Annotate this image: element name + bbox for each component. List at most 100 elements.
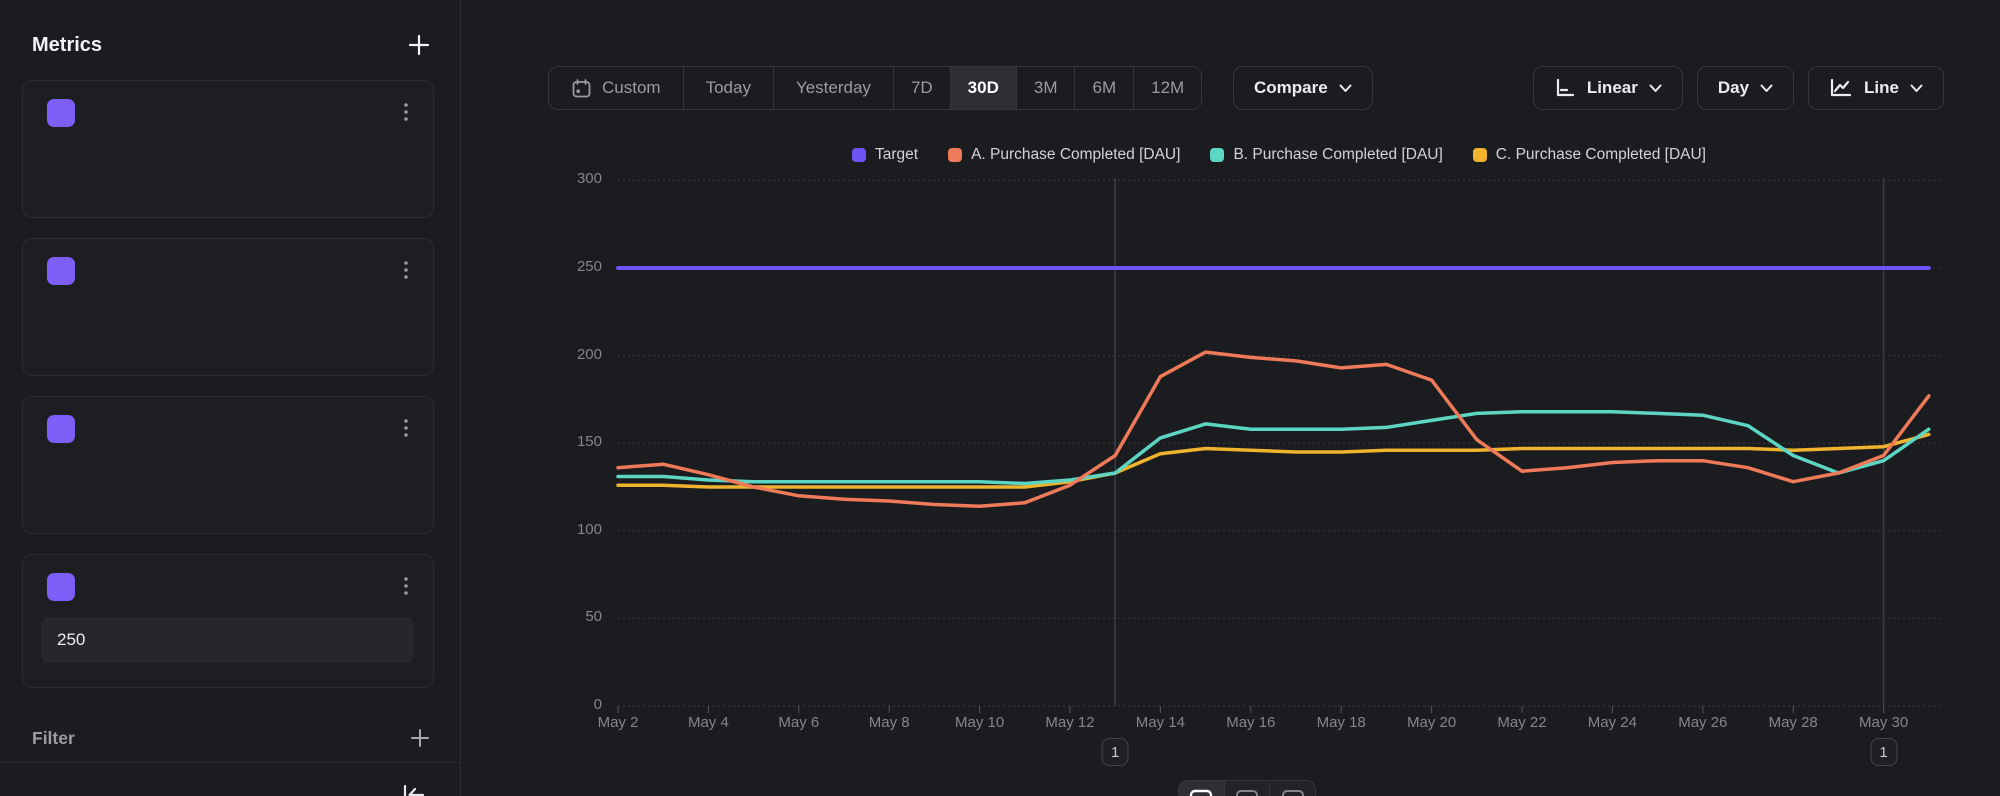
legend-item-1[interactable]: A. Purchase Completed [DAU] (948, 146, 1180, 164)
sidebar: Metrics Filter (0, 0, 460, 796)
series-b-purchase-completed-dau- (618, 412, 1929, 484)
metric-card-C[interactable] (22, 396, 434, 534)
x-axis-label: May 2 (598, 714, 639, 731)
metric-menu-button[interactable] (395, 415, 417, 441)
series-c-purchase-completed-dau- (618, 434, 1929, 487)
legend-label: Target (875, 146, 918, 164)
sidebar-divider (460, 0, 461, 796)
linear-axis-icon (1554, 77, 1576, 99)
chevron-down-icon (1339, 84, 1352, 93)
legend-item-3[interactable]: C. Purchase Completed [DAU] (1473, 146, 1706, 164)
legend-swatch (852, 148, 866, 162)
range-today[interactable]: Today (683, 67, 773, 109)
legend-item-2[interactable]: B. Purchase Completed [DAU] (1210, 146, 1442, 164)
legend-swatch (948, 148, 962, 162)
plus-icon (406, 32, 432, 58)
metric-menu-button[interactable] (395, 99, 417, 125)
x-axis-label: May 30 (1859, 714, 1908, 731)
range-label: 30D (968, 78, 999, 98)
plus-icon (408, 726, 432, 750)
legend-label: B. Purchase Completed [DAU] (1233, 146, 1442, 164)
range-label: 7D (911, 78, 933, 98)
x-axis-label: May 18 (1317, 714, 1366, 731)
y-axis-label-100: 100 (520, 521, 602, 538)
annotation-badge-1[interactable]: 1 (1870, 738, 1897, 766)
metric-badge (47, 99, 75, 127)
x-axis-label: May 22 (1497, 714, 1546, 731)
scale-label: Linear (1587, 78, 1638, 98)
y-axis-label-0: 0 (520, 696, 602, 713)
range-6m[interactable]: 6M (1074, 67, 1133, 109)
range-yesterday[interactable]: Yesterday (773, 67, 893, 109)
y-axis-label-300: 300 (520, 170, 602, 187)
add-filter-button[interactable] (408, 726, 432, 750)
chart-controls: Linear Day Line (1533, 66, 1944, 110)
x-axis-label: May 4 (688, 714, 729, 731)
view-toggle-control (1178, 780, 1316, 796)
x-axis-label: May 26 (1678, 714, 1727, 731)
target-card[interactable] (22, 554, 434, 688)
target-value-input[interactable] (41, 617, 414, 663)
y-axis-label-50: 50 (520, 608, 602, 625)
legend-label: A. Purchase Completed [DAU] (971, 146, 1180, 164)
range-7d[interactable]: 7D (893, 67, 950, 109)
split-view-segment[interactable] (1269, 781, 1315, 796)
legend-swatch (1210, 148, 1224, 162)
x-axis-label: May 6 (778, 714, 819, 731)
metric-badge (47, 257, 75, 285)
range-30d[interactable]: 30D (950, 67, 1016, 109)
table-view-segment[interactable] (1224, 781, 1270, 796)
metric-badge (47, 415, 75, 443)
x-axis-label: May 24 (1588, 714, 1637, 731)
range-label: 12M (1151, 78, 1184, 98)
range-3m[interactable]: 3M (1016, 67, 1075, 109)
x-axis-label: May 10 (955, 714, 1004, 731)
metric-card-B[interactable] (22, 238, 434, 376)
chevron-down-icon (1910, 84, 1923, 93)
chart-view-icon (1189, 789, 1213, 796)
x-axis-label: May 8 (869, 714, 910, 731)
metrics-dashboard: Metrics Filter (0, 0, 2000, 796)
chevron-down-icon (1649, 84, 1662, 93)
range-custom[interactable]: Custom (549, 67, 683, 109)
range-label: Yesterday (796, 78, 871, 98)
y-axis-label-200: 200 (520, 346, 602, 363)
metric-card-list (22, 80, 434, 688)
target-menu-button[interactable] (395, 573, 417, 599)
range-label: Today (706, 78, 751, 98)
metric-menu-button[interactable] (395, 257, 417, 283)
series-a-purchase-completed-dau- (618, 352, 1929, 506)
metric-badge (47, 573, 75, 601)
chevron-down-icon (1760, 84, 1773, 93)
collapse-left-icon (398, 782, 428, 796)
annotation-badge-0[interactable]: 1 (1102, 738, 1129, 766)
chart-type-label: Line (1864, 78, 1899, 98)
range-label: 3M (1034, 78, 1058, 98)
granularity-label: Day (1718, 78, 1749, 98)
table-view-icon (1235, 789, 1259, 796)
metrics-header: Metrics (32, 34, 102, 57)
collapse-sidebar-button[interactable] (398, 782, 428, 796)
x-axis-label: May 28 (1769, 714, 1818, 731)
x-axis-label: May 20 (1407, 714, 1456, 731)
legend-swatch (1473, 148, 1487, 162)
legend-item-0[interactable]: Target (852, 146, 918, 164)
chart-view-segment[interactable] (1179, 781, 1224, 796)
date-range-control: Custom Today Yesterday 7D 30D 3M 6M 12M (548, 66, 1202, 110)
granularity-button[interactable]: Day (1697, 66, 1794, 110)
range-12m[interactable]: 12M (1133, 67, 1201, 109)
line-chart-icon (1829, 78, 1853, 98)
sidebar-footer-divider (0, 762, 460, 763)
chart-type-button[interactable]: Line (1808, 66, 1944, 110)
range-label: 6M (1092, 78, 1116, 98)
split-view-icon (1281, 789, 1305, 796)
x-axis-label: May 16 (1226, 714, 1275, 731)
metric-card-A[interactable] (22, 80, 434, 218)
x-axis-label: May 12 (1045, 714, 1094, 731)
y-axis-label-150: 150 (520, 433, 602, 450)
compare-button[interactable]: Compare (1233, 66, 1373, 110)
scale-button[interactable]: Linear (1533, 66, 1683, 110)
add-metric-button[interactable] (406, 32, 432, 58)
range-label: Custom (602, 78, 661, 98)
legend-label: C. Purchase Completed [DAU] (1496, 146, 1706, 164)
